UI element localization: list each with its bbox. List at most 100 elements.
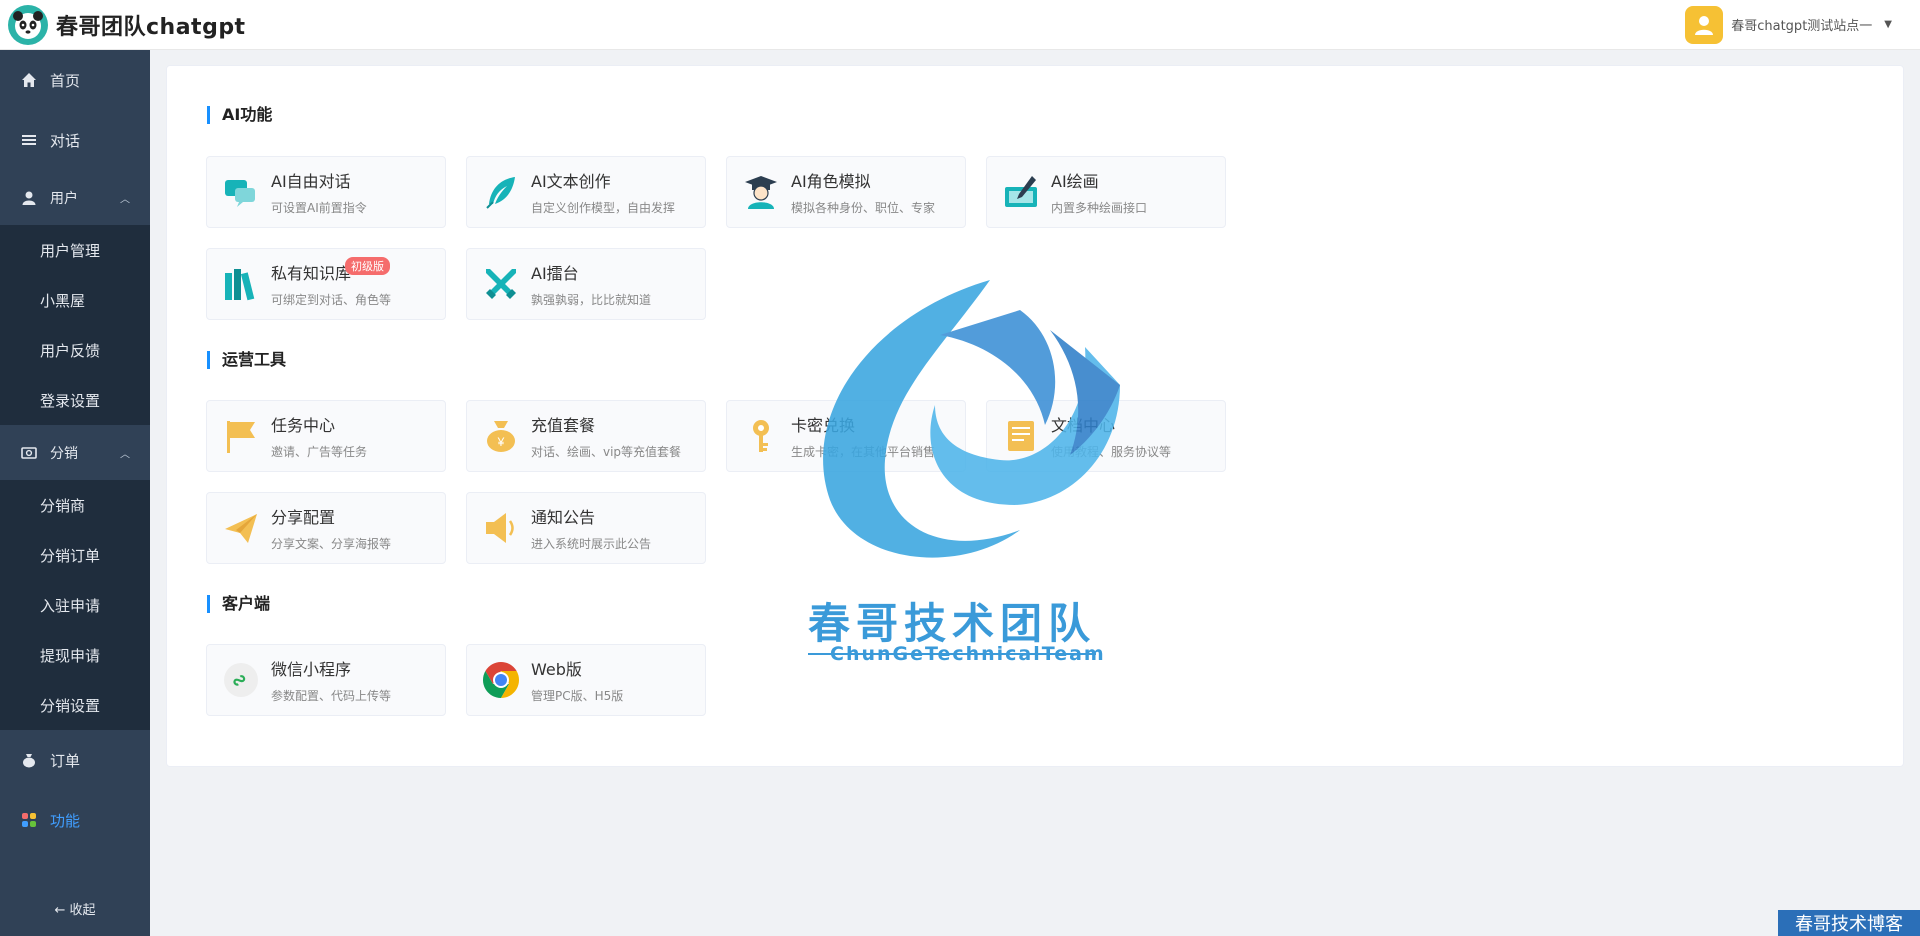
- tile-desc: 使用教程、服务协议等: [1051, 445, 1172, 459]
- user-name: 春哥chatgpt测试站点一: [1731, 19, 1873, 34]
- sidebar-item-withdraw-requests[interactable]: 提现申请: [0, 630, 150, 680]
- list-icon: [20, 131, 38, 149]
- tile-name: 分享配置: [271, 508, 336, 527]
- tile-wechat-miniprogram[interactable]: 微信小程序 参数配置、代码上传等: [206, 644, 446, 716]
- key-icon: [741, 416, 781, 456]
- tile-desc: 可绑定到对话、角色等: [271, 293, 392, 307]
- tile-recharge-plans[interactable]: ¥ 充值套餐 对话、绘画、vip等充值套餐: [466, 400, 706, 472]
- sidebar-sublist-distribution: 分销商 分销订单 入驻申请 提现申请 分销设置: [0, 480, 150, 730]
- sidebar-item-features[interactable]: 功能: [0, 790, 150, 850]
- tile-ai-roleplay[interactable]: AI角色模拟 模拟各种身份、职位、专家: [726, 156, 966, 228]
- tile-desc: 孰强孰弱，比比就知道: [531, 293, 652, 307]
- tile-ai-arena[interactable]: AI擂台 孰强孰弱，比比就知道: [466, 248, 706, 320]
- sidebar-group-label: 用户: [50, 190, 78, 207]
- tile-desc: 自定义创作模型，自由发挥: [531, 201, 676, 215]
- apps-grid-icon: [20, 811, 38, 829]
- tile-name: AI自由对话: [271, 172, 351, 191]
- money-bag-icon: ¥: [481, 416, 521, 456]
- tile-desc: 对话、绘画、vip等充值套餐: [531, 445, 682, 459]
- tile-desc: 管理PC版、H5版: [531, 689, 624, 703]
- user-menu[interactable]: 春哥chatgpt测试站点一 ▼: [1685, 5, 1912, 44]
- painting-icon: [1001, 172, 1041, 212]
- feather-pen-icon: [481, 172, 521, 212]
- tile-name: 任务中心: [271, 416, 336, 435]
- tile-share-config[interactable]: 分享配置 分享文案、分享海报等: [206, 492, 446, 564]
- sidebar-item-login-settings[interactable]: 登录设置: [0, 375, 150, 425]
- tile-desc: 参数配置、代码上传等: [271, 689, 392, 703]
- sidebar-group-user[interactable]: 用户 ︿: [0, 170, 150, 225]
- sidebar-item-label: 首页: [50, 71, 81, 90]
- sidebar-item-label: 对话: [50, 131, 81, 150]
- user-avatar-icon: [1685, 5, 1724, 44]
- tile-desc: 进入系统时展示此公告: [531, 537, 652, 551]
- corner-watermark: 春哥技术博客: [1778, 910, 1920, 936]
- features-panel: AI功能 AI自由对话 可设置AI前置指令 AI文本创作 自定义创作模型，自由发…: [166, 65, 1904, 767]
- speaker-icon: [481, 508, 521, 548]
- sidebar-item-blacklist[interactable]: 小黑屋: [0, 275, 150, 325]
- sidebar-item-home[interactable]: 首页: [0, 50, 150, 110]
- sidebar-item-user-manage[interactable]: 用户管理: [0, 225, 150, 275]
- tile-desc: 可设置AI前置指令: [271, 201, 367, 215]
- section-title-ops: 运营工具: [207, 351, 286, 369]
- chevron-up-icon: ︿: [120, 449, 130, 460]
- sidebar-item-feedback[interactable]: 用户反馈: [0, 325, 150, 375]
- brand[interactable]: 春哥团队chatgpt: [8, 4, 246, 45]
- tile-card-redeem[interactable]: 卡密兑换 生成卡密，在其他平台销售: [726, 400, 966, 472]
- tile-knowledge-base[interactable]: 私有知识库 可绑定到对话、角色等 初级版: [206, 248, 446, 320]
- tile-ai-writing[interactable]: AI文本创作 自定义创作模型，自由发挥: [466, 156, 706, 228]
- money-bag-icon: [20, 751, 38, 769]
- tile-name: AI擂台: [531, 264, 579, 283]
- tile-doc-center[interactable]: 文档中心 使用教程、服务协议等: [986, 400, 1226, 472]
- chevron-up-icon: ︿: [120, 194, 130, 205]
- tile-name: AI绘画: [1051, 172, 1099, 191]
- top-header: 春哥团队chatgpt 春哥chatgpt测试站点一 ▼: [0, 0, 1920, 50]
- person-icon: [20, 189, 38, 207]
- money-icon: [20, 444, 38, 462]
- tile-desc: 分享文案、分享海报等: [271, 537, 392, 551]
- tile-name: 卡密兑换: [791, 416, 856, 435]
- tile-name: 文档中心: [1051, 416, 1116, 435]
- svg-text:¥: ¥: [497, 435, 505, 449]
- section-title-ai: AI功能: [207, 106, 272, 124]
- sidebar-item-orders[interactable]: 订单: [0, 730, 150, 790]
- paper-plane-icon: [221, 508, 261, 548]
- tile-name: 充值套餐: [531, 416, 596, 435]
- tile-name: 微信小程序: [271, 660, 352, 679]
- sidebar-item-label: 功能: [50, 811, 81, 830]
- tile-ai-painting[interactable]: AI绘画 内置多种绘画接口: [986, 156, 1226, 228]
- version-badge: 初级版: [345, 257, 390, 275]
- sidebar-item-join-requests[interactable]: 入驻申请: [0, 580, 150, 630]
- tile-name: AI角色模拟: [791, 172, 871, 191]
- graduate-icon: [741, 172, 781, 212]
- chat-bubbles-icon: [221, 172, 261, 212]
- crossed-swords-icon: [481, 264, 521, 304]
- tile-name: AI文本创作: [531, 172, 611, 191]
- tile-task-center[interactable]: 任务中心 邀请、广告等任务: [206, 400, 446, 472]
- flag-icon: [221, 416, 261, 456]
- sidebar-group-distribution[interactable]: 分销 ︿: [0, 425, 150, 480]
- tile-desc: 内置多种绘画接口: [1051, 201, 1148, 215]
- tile-desc: 模拟各种身份、职位、专家: [791, 201, 936, 215]
- collapse-sidebar-button[interactable]: ← 收起: [0, 899, 150, 918]
- mini-program-icon: [221, 660, 261, 700]
- tile-web-version[interactable]: Web版 管理PC版、H5版: [466, 644, 706, 716]
- tile-name: 通知公告: [531, 508, 596, 527]
- app-title: 春哥团队chatgpt: [56, 14, 246, 40]
- sidebar-item-dist-settings[interactable]: 分销设置: [0, 680, 150, 730]
- chrome-icon: [481, 660, 521, 700]
- section-title-client: 客户端: [207, 595, 270, 613]
- tile-desc: 生成卡密，在其他平台销售: [791, 445, 936, 459]
- caret-down-icon: ▼: [1884, 19, 1892, 30]
- document-icon: [1001, 416, 1041, 456]
- sidebar-item-distributors[interactable]: 分销商: [0, 480, 150, 530]
- home-icon: [20, 71, 38, 89]
- sidebar-item-dist-orders[interactable]: 分销订单: [0, 530, 150, 580]
- tile-desc: 邀请、广告等任务: [271, 445, 368, 459]
- tile-announcement[interactable]: 通知公告 进入系统时展示此公告: [466, 492, 706, 564]
- sidebar: 首页 对话 用户 ︿ 用户管理 小黑屋 用户反馈 登录设置 分销 ︿ 分销商 分…: [0, 50, 150, 936]
- panda-logo-icon: [8, 4, 48, 45]
- sidebar-item-chat[interactable]: 对话: [0, 110, 150, 170]
- sidebar-item-label: 订单: [50, 751, 81, 770]
- tile-ai-chat[interactable]: AI自由对话 可设置AI前置指令: [206, 156, 446, 228]
- books-icon: [221, 264, 261, 304]
